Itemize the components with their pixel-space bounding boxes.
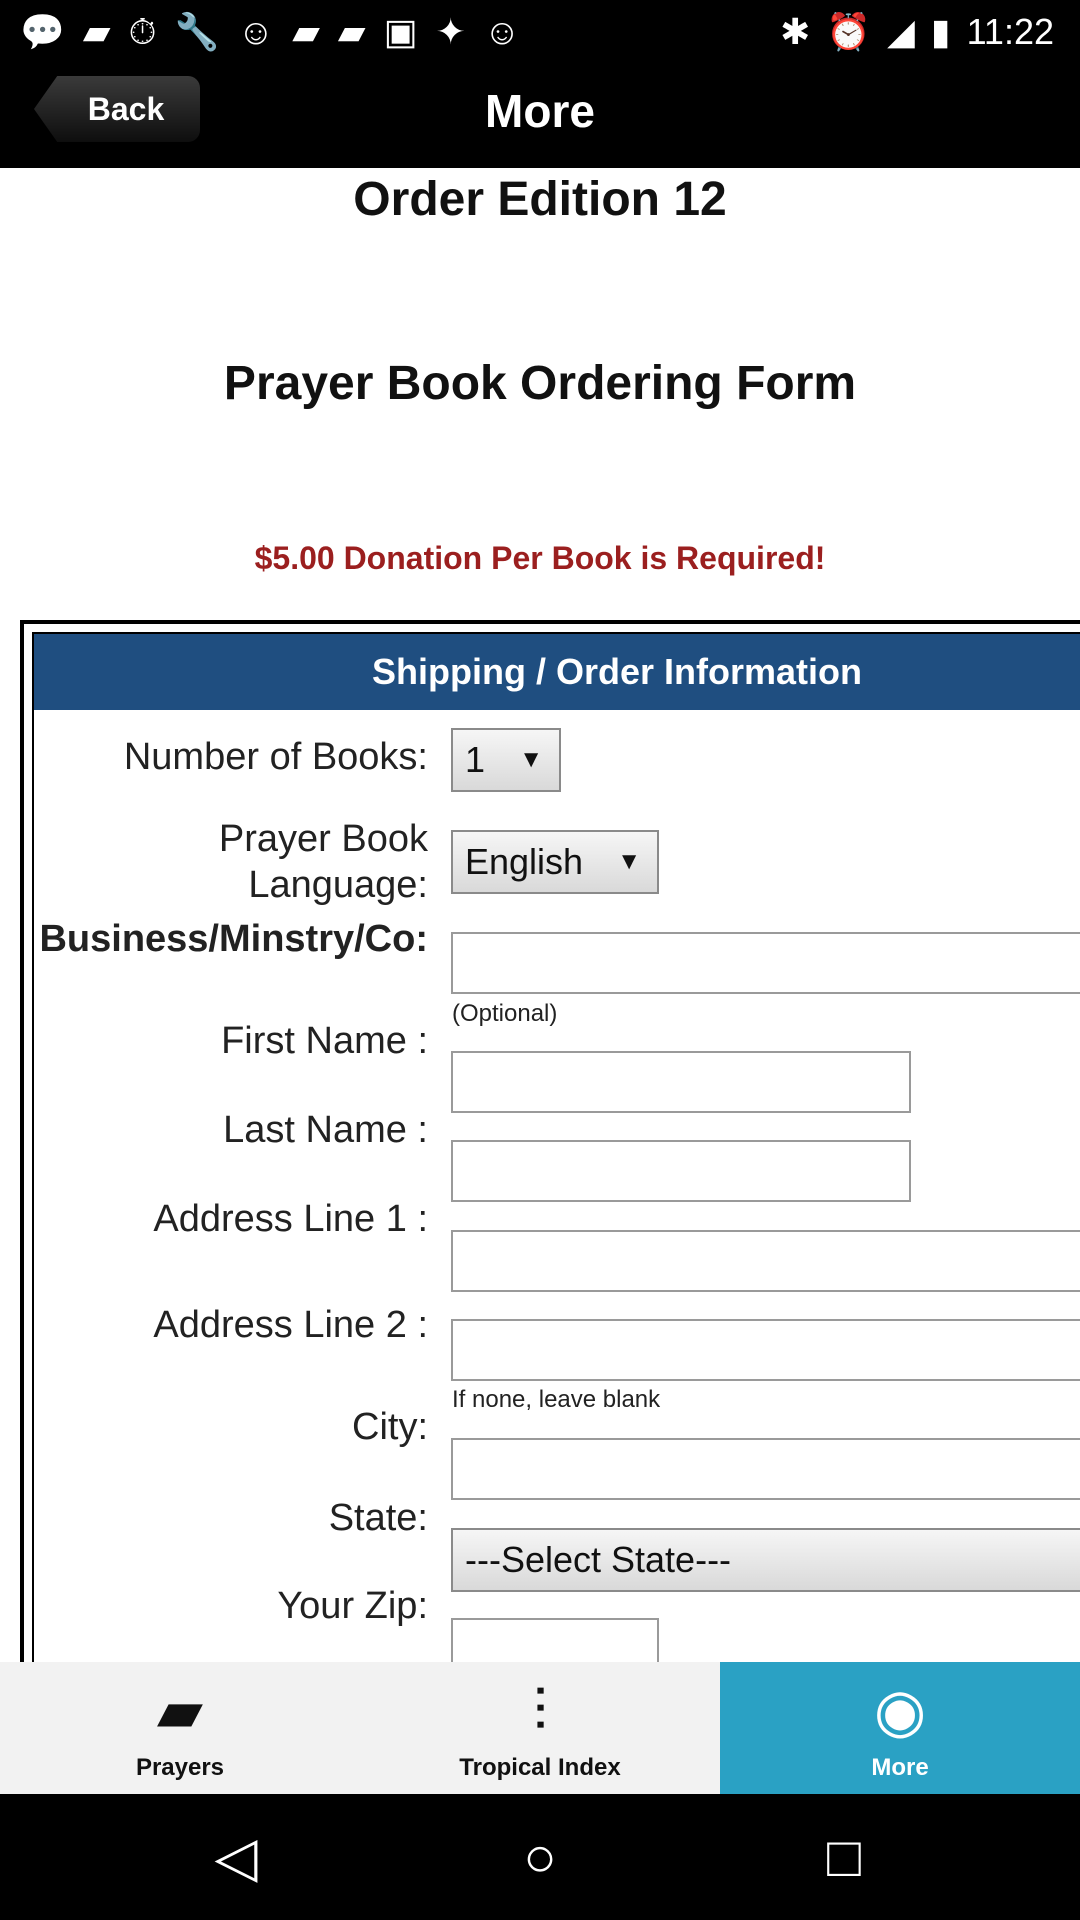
wrench-icon: 🔧 [174,11,220,52]
first-name-input[interactable] [451,1051,911,1113]
address-line-2-label: Address Line 2 : [153,1304,428,1346]
address-line-2-hint: If none, leave blank [452,1386,661,1413]
smiley-icon: ☺ [483,11,521,52]
status-bar: 💬 ▰ ⏱ 🔧 ☺ ▰ ▰ ▣ ✦ ☺ ✱ ⏰ ◢ ▮ 11:22 [0,0,1080,64]
state-label: State: [328,1497,428,1539]
messages-icon: 💬 [20,11,65,52]
tab-prayers-label: Prayers [135,1754,225,1781]
main-content[interactable]: Order Edition 12 Prayer Book Ordering Fo… [0,168,1080,1662]
address-line-1-input[interactable] [451,1230,1080,1292]
city-label: City: [352,1406,428,1448]
book-icon: ▰ [156,1677,204,1744]
back-icon[interactable]: ◁ [136,1794,336,1920]
first-name-label: First Name : [221,1020,428,1062]
state-select-value: ---Select State--- [465,1539,732,1580]
address-line-2-input[interactable] [451,1319,1080,1381]
business-label: Business/Minstry/Co: [39,918,428,960]
tab-more-label: More [871,1754,929,1781]
city-input[interactable] [451,1438,1080,1500]
business-hint: (Optional) [452,1000,558,1027]
bluetooth-icon: ✱ [780,11,811,52]
business-input[interactable] [451,932,1080,994]
notification-icons: 💬 ▰ ⏱ 🔧 ☺ ▰ ▰ ▣ ✦ ☺ [20,8,521,56]
home-icon[interactable]: ○ [440,1794,640,1920]
page-title: More [485,85,595,137]
tab-more[interactable]: ◉ More [720,1662,1080,1794]
dropdown-arrow-icon: ▼ [519,746,543,773]
alarm-icon: ⏰ [826,11,872,52]
section-header: Shipping / Order Information [34,634,1080,710]
flipboard-icon: ▰ [337,11,366,52]
language-select-value: English [465,841,584,882]
edition-heading: Order Edition 12 [353,173,727,226]
smiley-icon: ☺ [237,11,275,52]
sliders-icon: ⫶ [532,1677,548,1744]
zip-input[interactable] [451,1618,659,1662]
books-label: Number of Books: [123,736,428,778]
address-line-1-label: Address Line 1 : [153,1198,428,1240]
qt-icon: ▣ [383,11,418,52]
zip-label: Your Zip: [277,1585,428,1627]
state-select[interactable]: ---Select State--- [451,1528,1080,1592]
app-icon: ✦ [435,11,466,52]
battery-icon: ▮ [930,11,951,52]
language-label: Prayer Book Language: [219,816,428,908]
language-label-line-1: Prayer Book [218,818,428,860]
tab-bar: ▰ Prayers ⫶ Tropical Index ◉ More [0,1662,1080,1794]
title-bar: Back More [0,64,1080,168]
more-dots-icon: ◉ [873,1677,927,1744]
clock: 11:22 [966,11,1054,52]
recents-icon[interactable]: □ [744,1794,944,1920]
flipboard-icon: ▰ [292,11,320,52]
books-select-value: 1 [465,739,486,780]
language-select[interactable]: English ▼ [451,830,659,894]
last-name-label: Last Name : [223,1109,428,1151]
tab-tropical-index-label: Tropical Index [459,1754,621,1781]
form-heading: Prayer Book Ordering Form [223,357,857,410]
language-label-line-2: Language: [248,864,428,906]
tab-tropical-index[interactable]: ⫶ Tropical Index [360,1662,720,1794]
dropdown-arrow-icon: ▼ [617,848,641,875]
timer-icon: ⏱ [128,11,157,52]
signal-icon: ◢ [887,11,915,52]
donation-notice: $5.00 Donation Per Book is Required! [254,540,826,576]
tab-prayers[interactable]: ▰ Prayers [0,1662,360,1794]
books-select[interactable]: 1 ▼ [451,728,561,792]
system-icons: ✱ ⏰ ◢ ▮ 11:22 [780,8,1054,56]
navigation-bar: ◁ ○ □ [0,1794,1080,1920]
last-name-input[interactable] [451,1140,911,1202]
flipboard-icon: ▰ [82,11,111,52]
